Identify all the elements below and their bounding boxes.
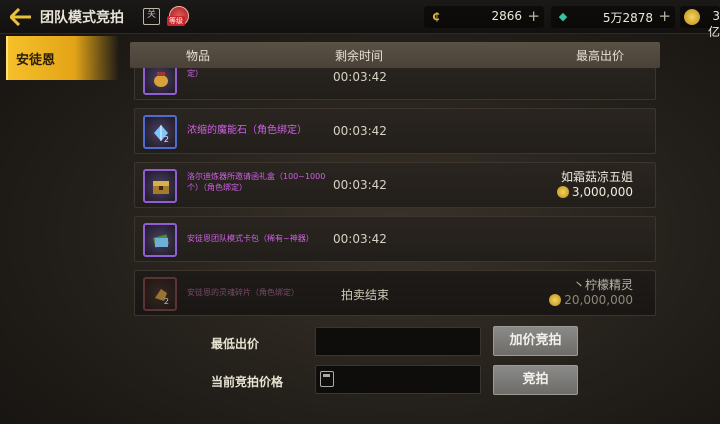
min-bid-label: 最低出价 xyxy=(211,337,260,351)
page-title: 团队模式竞拍 xyxy=(40,10,124,26)
chest-icon xyxy=(153,181,169,194)
auction-row[interactable]: 安徒恩团队模式卡包（稀有~神器） 00:03:42 xyxy=(134,216,656,262)
current-bid-label: 当前竞拍价格 xyxy=(211,375,284,389)
currency-value: 3亿 xyxy=(707,9,720,39)
top-bar: 团队模式竞拍 关 等级 ₵ 2866 + ◆ 5万2878 + 3亿 xyxy=(0,0,720,39)
back-button[interactable] xyxy=(8,6,34,28)
top-bidder: 丶柠檬精灵 xyxy=(572,278,633,292)
remaining-time: 00:03:42 xyxy=(333,232,387,246)
currency-value: 2866 xyxy=(491,9,522,23)
item-slot xyxy=(143,169,177,203)
add-currency-button[interactable]: + xyxy=(527,7,540,25)
add-currency-button[interactable]: + xyxy=(658,7,671,25)
item-name: 浓缩的魔能石（角色绑定） xyxy=(187,125,307,136)
column-item: 物品 xyxy=(186,49,211,63)
item-slot: 2 xyxy=(143,115,177,149)
item-name: 70级史诗饰品&首饰超珍罐（账号绑定） xyxy=(187,69,203,78)
currency-value: 5万2878 xyxy=(602,11,653,25)
auction-row[interactable]: 70级史诗饰品&首饰超珍罐（账号绑定） 00:03:42 xyxy=(134,68,656,100)
table-header: 物品 剩余时间 最高出价 xyxy=(130,42,660,68)
auction-row-ended[interactable]: 2 安徒恩的灵魂碎片（角色绑定） 拍卖结束 丶柠檬精灵 20,000,000 xyxy=(134,270,656,316)
price-value: 20,000,000 xyxy=(564,293,633,307)
item-quantity: 2 xyxy=(163,297,169,306)
column-price: 最高出价 xyxy=(576,49,625,63)
current-bid-input[interactable] xyxy=(315,365,481,394)
item-quantity: 2 xyxy=(163,135,169,144)
gold-coin-icon xyxy=(684,9,700,25)
calendar-icon[interactable]: 关 xyxy=(143,8,160,25)
currency-gold: 3亿 xyxy=(680,6,720,39)
calculator-icon[interactable] xyxy=(320,371,334,387)
item-slot: 2 xyxy=(143,277,177,311)
auction-row[interactable]: 2 浓缩的魔能石（角色绑定） 00:03:42 xyxy=(134,108,656,154)
price-value: 3,000,000 xyxy=(571,185,633,199)
top-price: 20,000,000 xyxy=(549,293,633,307)
item-name: 洛尔迪炼器所邀请函礼盒（100~1000个）（角色绑定） xyxy=(187,172,326,192)
top-bidder: 如霜菇凉五姐 xyxy=(560,170,633,184)
sidebar-tab-anton[interactable]: 安徒恩 xyxy=(6,36,119,80)
item-name: 安徒恩的灵魂碎片（角色绑定） xyxy=(187,288,299,297)
pot-icon xyxy=(154,72,168,87)
remaining-time: 00:03:42 xyxy=(333,70,387,84)
bid-button[interactable]: 竞拍 xyxy=(493,365,578,395)
gem-icon: ◆ xyxy=(558,10,568,23)
back-arrow-icon xyxy=(10,8,31,26)
column-time: 剩余时间 xyxy=(335,49,384,63)
card-pack-icon xyxy=(152,234,170,248)
currency-gem: ◆ 5万2878 + xyxy=(551,6,675,28)
auction-status: 拍卖结束 xyxy=(341,288,390,302)
remaining-time: 00:03:42 xyxy=(333,124,387,138)
c-coin-icon: ₵ xyxy=(432,10,440,23)
item-name: 安徒恩团队模式卡包（稀有~神器） xyxy=(187,234,314,243)
item-slot xyxy=(143,223,177,257)
auction-row[interactable]: 洛尔迪炼器所邀请函礼盒（100~1000个）（角色绑定） 00:03:42 如霜… xyxy=(134,162,656,208)
sidebar-tab-label: 安徒恩 xyxy=(16,53,56,68)
level-badge: 等级 xyxy=(167,16,185,26)
raise-bid-button[interactable]: 加价竞拍 xyxy=(493,326,578,356)
item-slot xyxy=(143,68,177,95)
auction-list[interactable]: 70级史诗饰品&首饰超珍罐（账号绑定） 00:03:42 2 浓缩的魔能石（角色… xyxy=(130,68,660,318)
remaining-time: 00:03:42 xyxy=(333,178,387,192)
min-bid-input[interactable] xyxy=(315,327,481,356)
gold-coin-icon xyxy=(549,294,562,306)
gold-coin-icon xyxy=(556,186,569,198)
currency-c-coin: ₵ 2866 + xyxy=(424,6,544,28)
top-price: 3,000,000 xyxy=(556,185,633,199)
